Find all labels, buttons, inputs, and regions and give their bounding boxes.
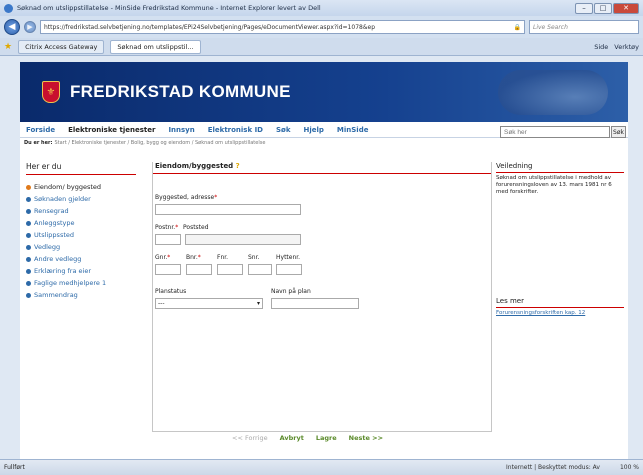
maximize-button[interactable]: □: [594, 2, 612, 14]
site-search-input[interactable]: [500, 126, 610, 138]
tab-soknad[interactable]: Søknad om utslippstil...: [110, 39, 201, 54]
tab-citrix[interactable]: Citrix Access Gateway: [18, 39, 105, 54]
navn-plan-input[interactable]: [271, 298, 359, 309]
les-mer-heading: Les mer: [496, 297, 624, 308]
step-bullet-icon: [26, 208, 31, 214]
window-titlebar: Søknad om utslippstillatelse - MinSide F…: [0, 0, 643, 16]
favorites-star-icon[interactable]: ★: [4, 42, 12, 52]
browser-search-input[interactable]: Live Search: [529, 20, 639, 34]
window-title: Søknad om utslippstillatelse - MinSide F…: [17, 4, 321, 12]
cancel-button[interactable]: Avbryt: [280, 434, 304, 442]
step-bullet-icon: [26, 220, 31, 226]
poststed-label: Poststed: [183, 224, 209, 231]
postnr-input[interactable]: [155, 234, 181, 245]
form-heading: Eiendom/byggested ?: [153, 162, 491, 174]
step-bullet-icon: [26, 256, 31, 262]
planstatus-select[interactable]: --- ▾: [155, 298, 263, 309]
tools-menu[interactable]: Verktøy: [614, 43, 639, 51]
les-mer-panel: Les mer Forurensningsforskriften kap. 12: [496, 297, 624, 316]
lock-icon[interactable]: 🔒: [510, 24, 521, 31]
step-bullet-icon: [26, 184, 31, 190]
snr-input[interactable]: [248, 264, 272, 275]
poststed-input: [185, 234, 301, 245]
minimize-button[interactable]: –: [575, 2, 593, 14]
forskrift-link[interactable]: Forurensningsforskriften kap. 12: [496, 310, 624, 316]
next-button[interactable]: Neste >>: [349, 434, 383, 442]
step-bullet-icon: [26, 280, 31, 286]
prev-button[interactable]: << Forrige: [232, 434, 268, 442]
step-faglige-medhjelpere[interactable]: Faglige medhjelpere 1: [26, 277, 136, 289]
bnr-input[interactable]: [186, 264, 212, 275]
menu-forside[interactable]: Forside: [26, 126, 55, 134]
save-button[interactable]: Lagre: [316, 434, 337, 442]
menu-elektronisk-id[interactable]: Elektronisk ID: [208, 126, 263, 134]
guidance-panel: Veiledning Søknad om utslippstillatelse …: [496, 162, 624, 196]
chevron-down-icon: ▾: [256, 300, 260, 307]
close-button[interactable]: ✕: [613, 2, 639, 14]
back-button[interactable]: ◀: [4, 19, 20, 35]
hyttenr-label: Hyttenr.: [276, 254, 301, 261]
step-bullet-icon: [26, 244, 31, 250]
step-erklaering[interactable]: Erklæring fra eier: [26, 265, 136, 277]
step-utslippssted[interactable]: Utslippssted: [26, 229, 136, 241]
sidebar-heading: Her er du: [26, 162, 136, 175]
byggested-input[interactable]: [155, 204, 301, 215]
navn-plan-label: Navn på plan: [271, 288, 311, 295]
page-menu[interactable]: Side: [594, 43, 608, 51]
step-soknaden-gjelder[interactable]: Søknaden gjelder: [26, 193, 136, 205]
banner-decoration: [498, 70, 608, 115]
form-panel: Eiendom/byggested ? Byggested, adresse* …: [152, 162, 492, 432]
address-row: ◀ ▶ https://fredrikstad.selvbetjening.no…: [0, 16, 643, 38]
site-banner: ⚜ FREDRIKSTAD KOMMUNE: [20, 62, 628, 122]
byggested-label: Byggested, adresse*: [155, 194, 218, 201]
form-navigation: << Forrige Avbryt Lagre Neste >>: [232, 434, 383, 442]
menu-elektroniske-tjenester[interactable]: Elektroniske tjenester: [68, 126, 155, 134]
step-rensegrad[interactable]: Rensegrad: [26, 205, 136, 217]
gnr-label: Gnr.*: [155, 254, 171, 261]
status-text: Fullført: [4, 464, 25, 471]
site-brand: FREDRIKSTAD KOMMUNE: [70, 82, 291, 101]
step-anleggstype[interactable]: Anleggstype: [26, 217, 136, 229]
tabs-row: ★ Citrix Access Gateway Søknad om utslip…: [0, 38, 643, 56]
step-bullet-icon: [26, 292, 31, 298]
help-icon[interactable]: ?: [236, 162, 240, 170]
step-bullet-icon: [26, 196, 31, 202]
address-bar[interactable]: https://fredrikstad.selvbetjening.no/tem…: [40, 20, 525, 34]
postnr-label: Postnr.*: [155, 224, 179, 231]
step-eiendom[interactable]: Eiendom/ byggested: [26, 181, 136, 193]
security-zone: Internett | Beskyttet modus: Av: [506, 464, 600, 471]
step-sammendrag[interactable]: Sammendrag: [26, 289, 136, 301]
step-andre-vedlegg[interactable]: Andre vedlegg: [26, 253, 136, 265]
step-vedlegg[interactable]: Vedlegg: [26, 241, 136, 253]
site-search-button[interactable]: Søk: [611, 126, 626, 138]
fnr-label: Fnr.: [217, 254, 229, 261]
breadcrumb-path[interactable]: Start / Elektroniske tjenester / Bolig, …: [54, 140, 265, 146]
fnr-input[interactable]: [217, 264, 243, 275]
guidance-text: Søknad om utslippstillatelse i medhold a…: [496, 175, 612, 195]
coat-of-arms-icon: ⚜: [42, 81, 60, 103]
menu-sok[interactable]: Søk: [276, 126, 291, 134]
menu-hjelp[interactable]: Hjelp: [304, 126, 324, 134]
guidance-heading: Veiledning: [496, 162, 624, 173]
progress-sidebar: Her er du Eiendom/ byggested Søknaden gj…: [26, 162, 136, 301]
ie-icon: [4, 3, 13, 13]
hyttenr-input[interactable]: [276, 264, 302, 275]
planstatus-label: Planstatus: [155, 288, 187, 295]
breadcrumb: Du er her: Start / Elektroniske tjeneste…: [24, 140, 266, 146]
step-bullet-icon: [26, 232, 31, 238]
web-page: ⚜ FREDRIKSTAD KOMMUNE Forside Elektronis…: [20, 62, 628, 459]
step-bullet-icon: [26, 268, 31, 274]
gnr-input[interactable]: [155, 264, 181, 275]
status-bar: Fullført Internett | Beskyttet modus: Av…: [0, 459, 643, 475]
address-text: https://fredrikstad.selvbetjening.no/tem…: [44, 23, 376, 31]
zoom-level[interactable]: 100 %: [620, 464, 639, 471]
snr-label: Snr.: [248, 254, 260, 261]
menu-minside[interactable]: MinSide: [337, 126, 369, 134]
forward-button[interactable]: ▶: [24, 21, 36, 33]
menu-innsyn[interactable]: Innsyn: [168, 126, 194, 134]
bnr-label: Bnr.*: [186, 254, 201, 261]
